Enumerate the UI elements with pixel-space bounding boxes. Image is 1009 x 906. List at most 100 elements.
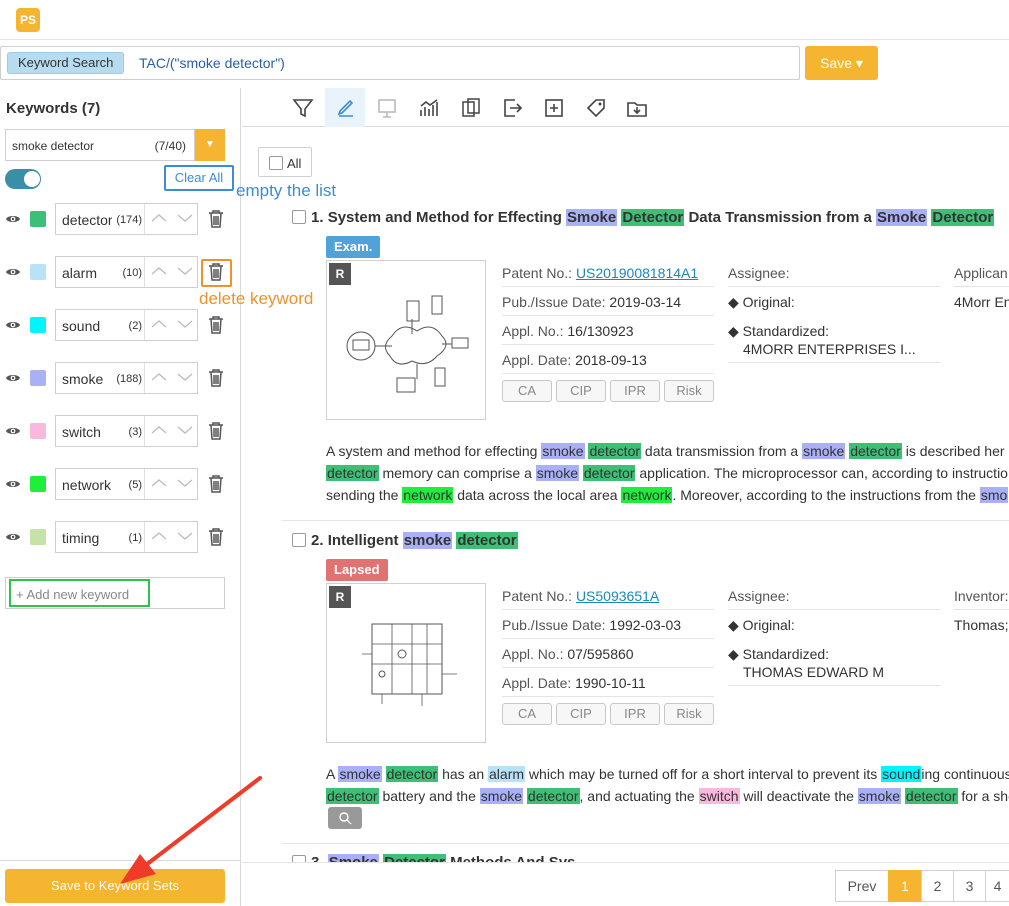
highlight-toggle[interactable] bbox=[5, 169, 41, 189]
result-checkbox[interactable] bbox=[292, 210, 306, 224]
eye-icon[interactable] bbox=[5, 423, 21, 439]
page-1-button[interactable]: 1 bbox=[888, 870, 922, 902]
result-checkbox[interactable] bbox=[292, 855, 306, 862]
patent-thumbnail[interactable]: R bbox=[326, 260, 486, 420]
inventor-label: Inventor: bbox=[954, 588, 1009, 604]
keyword-color-swatch[interactable] bbox=[30, 529, 46, 545]
keyword-color-swatch[interactable] bbox=[30, 370, 46, 386]
result-title[interactable]: 2. Intelligent smoke detector bbox=[311, 532, 518, 549]
app-logo[interactable]: PS bbox=[16, 8, 40, 32]
chevron-down-icon[interactable] bbox=[175, 263, 195, 279]
chevron-down-icon[interactable] bbox=[175, 210, 195, 226]
chevron-down-icon[interactable] bbox=[175, 475, 195, 491]
tag-button[interactable] bbox=[575, 88, 615, 127]
thumbnail-badge: R bbox=[329, 263, 351, 285]
checkbox[interactable] bbox=[269, 156, 283, 170]
chevron-down-icon[interactable] bbox=[175, 528, 195, 544]
keyword-input[interactable]: detector (174) bbox=[55, 203, 198, 235]
eye-icon[interactable] bbox=[5, 317, 21, 333]
export-button[interactable] bbox=[491, 88, 531, 127]
presentation-button[interactable] bbox=[366, 88, 406, 127]
chevron-down-icon[interactable] bbox=[175, 369, 195, 385]
eye-icon[interactable] bbox=[5, 264, 21, 280]
keyword-color-swatch[interactable] bbox=[30, 476, 46, 492]
annotation-delete-keyword: delete keyword bbox=[199, 289, 314, 308]
patent-number-link[interactable]: US5093651A bbox=[576, 588, 659, 604]
add-keyword-input[interactable]: + Add new keyword bbox=[5, 577, 225, 609]
risk-button[interactable]: Risk bbox=[664, 380, 714, 402]
risk-button[interactable]: Risk bbox=[664, 703, 714, 725]
ca-button[interactable]: CA bbox=[502, 703, 552, 725]
result-title[interactable]: 1. System and Method for Effecting Smoke… bbox=[311, 209, 995, 226]
keyword-input[interactable]: smoke (188) bbox=[55, 362, 198, 394]
keyword-input[interactable]: switch (3) bbox=[55, 415, 198, 447]
eye-icon[interactable] bbox=[5, 370, 21, 386]
page-4-button[interactable]: 4 bbox=[985, 870, 1009, 902]
chevron-down-icon[interactable] bbox=[175, 422, 195, 438]
keyword-color-swatch[interactable] bbox=[30, 264, 46, 280]
result-checkbox[interactable] bbox=[292, 533, 306, 547]
result-divider bbox=[282, 843, 1009, 844]
prev-page-button[interactable]: Prev bbox=[835, 870, 889, 902]
keyword-name: smoke bbox=[62, 371, 104, 387]
page-2-button[interactable]: 2 bbox=[921, 870, 954, 902]
result-title[interactable]: 3. Smoke Detector Methods And Sys bbox=[311, 854, 575, 862]
chevron-down-icon[interactable]: ▼ bbox=[195, 129, 225, 161]
add-button[interactable] bbox=[533, 88, 573, 127]
result-abstract: A smoke detector has an alarm which may … bbox=[326, 763, 1009, 807]
ipr-button[interactable]: IPR bbox=[610, 380, 660, 402]
ipr-button[interactable]: IPR bbox=[610, 703, 660, 725]
divider bbox=[502, 373, 714, 374]
eye-icon[interactable] bbox=[5, 529, 21, 545]
trash-icon[interactable] bbox=[207, 262, 225, 282]
filter-button[interactable] bbox=[282, 88, 322, 127]
patent-number: Patent No.: US20190081814A1 bbox=[502, 265, 699, 281]
trash-icon[interactable] bbox=[207, 368, 225, 388]
keyword-set-select[interactable]: smoke detector (7/40) bbox=[5, 129, 195, 161]
trash-icon[interactable] bbox=[207, 315, 225, 335]
divider bbox=[502, 609, 714, 610]
patent-number-link[interactable]: US20190081814A1 bbox=[576, 265, 698, 281]
cip-button[interactable]: CIP bbox=[556, 380, 606, 402]
standardized-assignee: 4MORR ENTERPRISES I... bbox=[743, 341, 916, 357]
chevron-up-icon[interactable] bbox=[149, 528, 169, 544]
trash-icon[interactable] bbox=[207, 209, 225, 229]
chevron-down-icon[interactable] bbox=[175, 316, 195, 332]
patent-drawing bbox=[346, 295, 469, 393]
zoom-button[interactable] bbox=[328, 807, 362, 829]
compare-button[interactable] bbox=[450, 88, 490, 127]
search-type-tag[interactable]: Keyword Search bbox=[7, 52, 125, 74]
trash-icon[interactable] bbox=[207, 474, 225, 494]
trash-icon[interactable] bbox=[207, 527, 225, 547]
chart-button[interactable] bbox=[408, 88, 448, 127]
divider bbox=[502, 667, 714, 668]
keyword-stepper bbox=[144, 257, 198, 287]
keyword-color-swatch[interactable] bbox=[30, 317, 46, 333]
highlighter-button[interactable] bbox=[325, 88, 365, 127]
folder-button[interactable] bbox=[616, 88, 656, 127]
keyword-input[interactable]: network (5) bbox=[55, 468, 198, 500]
keyword-input[interactable]: sound (2) bbox=[55, 309, 198, 341]
chevron-up-icon[interactable] bbox=[149, 263, 169, 279]
eye-icon[interactable] bbox=[5, 476, 21, 492]
chevron-up-icon[interactable] bbox=[149, 422, 169, 438]
presentation-icon bbox=[378, 99, 396, 118]
search-input[interactable]: Keyword Search TAC/("smoke detector") bbox=[0, 46, 800, 80]
eye-icon[interactable] bbox=[5, 211, 21, 227]
keyword-color-swatch[interactable] bbox=[30, 423, 46, 439]
chevron-up-icon[interactable] bbox=[149, 316, 169, 332]
ca-button[interactable]: CA bbox=[502, 380, 552, 402]
clear-all-button[interactable]: Clear All bbox=[164, 165, 234, 191]
chevron-up-icon[interactable] bbox=[149, 475, 169, 491]
select-all-checkbox[interactable]: All bbox=[258, 147, 312, 177]
page-3-button[interactable]: 3 bbox=[953, 870, 986, 902]
save-button[interactable]: Save ▾ bbox=[805, 46, 878, 80]
keyword-input[interactable]: timing (1) bbox=[55, 521, 198, 553]
chevron-up-icon[interactable] bbox=[149, 369, 169, 385]
keyword-color-swatch[interactable] bbox=[30, 211, 46, 227]
cip-button[interactable]: CIP bbox=[556, 703, 606, 725]
trash-icon[interactable] bbox=[207, 421, 225, 441]
patent-thumbnail[interactable]: R bbox=[326, 583, 486, 743]
keyword-input[interactable]: alarm (10) bbox=[55, 256, 198, 288]
chevron-up-icon[interactable] bbox=[149, 210, 169, 226]
